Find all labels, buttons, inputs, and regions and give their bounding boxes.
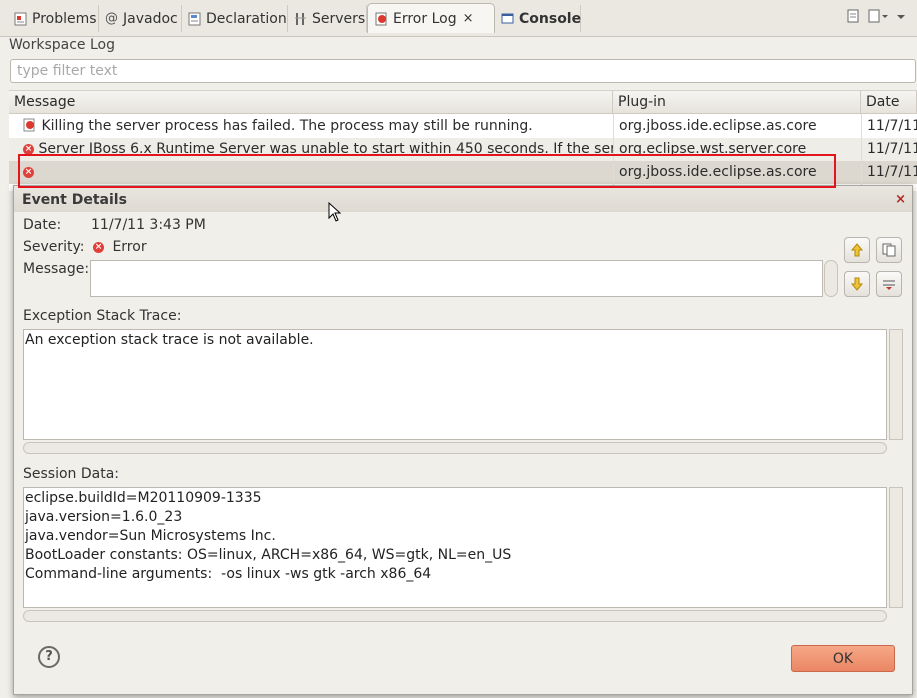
- message-label: Message:: [23, 261, 90, 277]
- column-header-date[interactable]: Date: [861, 91, 917, 114]
- column-divider: [861, 114, 862, 191]
- session-data-label: Session Data:: [23, 466, 120, 482]
- dialog-close-icon[interactable]: ×: [895, 192, 906, 207]
- date-label: Date:: [23, 217, 62, 233]
- session-data-field[interactable]: eclipse.buildId=M20110909-1335 java.vers…: [23, 487, 887, 608]
- tab-label: Error Log: [393, 10, 457, 27]
- filter-stack-button[interactable]: [876, 271, 902, 297]
- help-icon[interactable]: ?: [38, 646, 60, 668]
- column-header-plugin[interactable]: Plug-in: [613, 91, 861, 114]
- error-icon: ×: [23, 143, 34, 155]
- at-icon: @: [105, 11, 118, 26]
- next-event-button[interactable]: [844, 271, 870, 297]
- dialog-title-text: Event Details: [22, 192, 127, 208]
- tab-label: Declaration: [206, 10, 287, 27]
- error-severity-icon: ×: [93, 241, 104, 253]
- arrow-up-icon: [850, 243, 864, 257]
- session-line: BootLoader constants: OS=linux, ARCH=x86…: [25, 547, 512, 563]
- copy-icon: [882, 243, 896, 257]
- tab-problems[interactable]: Problems: [8, 5, 99, 32]
- servers-icon: [294, 12, 307, 26]
- stack-trace-text: An exception stack trace is not availabl…: [25, 332, 314, 348]
- declaration-icon: [188, 12, 201, 26]
- message-scrollbar[interactable]: [824, 260, 838, 297]
- view-menu-icon[interactable]: [895, 8, 907, 27]
- row-date: 11/7/11: [867, 118, 917, 134]
- severity-label: Severity:: [23, 239, 85, 255]
- display-selected-console-icon[interactable]: [867, 8, 889, 27]
- error-log-icon: [374, 12, 388, 26]
- previous-event-button[interactable]: [844, 237, 870, 263]
- row-date: 11/7/11: [867, 164, 917, 180]
- session-line: java.vendor=Sun Microsystems Inc.: [25, 528, 276, 544]
- problems-icon: [14, 12, 27, 26]
- dialog-title: Event Details: [14, 186, 912, 212]
- filter-input[interactable]: type filter text: [10, 59, 916, 83]
- session-line: Command-line arguments: -os linux -ws gt…: [25, 566, 432, 582]
- severity-value: Error: [112, 239, 147, 255]
- stack-trace-field[interactable]: An exception stack trace is not availabl…: [23, 329, 887, 440]
- table-row[interactable]: Killing the server process has failed. T…: [9, 115, 917, 138]
- warning-error-icon: [23, 118, 41, 134]
- tab-label: Servers: [312, 10, 366, 27]
- view-tab-bar: Problems @ Javadoc Declaration Servers E…: [0, 0, 917, 37]
- close-icon[interactable]: ×: [463, 11, 474, 26]
- session-line: eclipse.buildId=M20110909-1335: [25, 490, 262, 506]
- tab-label: Javadoc: [123, 10, 178, 27]
- message-field[interactable]: [90, 260, 823, 297]
- view-toolbar: [845, 8, 907, 27]
- row-plugin: org.jboss.ide.eclipse.as.core: [619, 118, 817, 134]
- row-date: 11/7/11: [867, 141, 917, 157]
- open-console-icon[interactable]: [845, 8, 861, 27]
- session-data-hscroll[interactable]: [23, 610, 887, 622]
- tab-javadoc[interactable]: @ Javadoc: [99, 5, 182, 32]
- tab-console[interactable]: Console: [495, 5, 581, 32]
- row-message: Killing the server process has failed. T…: [41, 118, 533, 134]
- tab-label: Console: [519, 10, 582, 27]
- message-text: [91, 261, 822, 265]
- column-header-message[interactable]: Message: [9, 91, 613, 114]
- ok-button[interactable]: OK: [791, 645, 895, 672]
- arrow-down-icon: [850, 277, 864, 291]
- filter-stack-icon: [883, 280, 895, 290]
- workspace-log-label: Workspace Log: [9, 37, 115, 53]
- mouse-cursor-icon: [328, 202, 342, 222]
- console-icon: [501, 12, 514, 26]
- stack-trace-vscroll[interactable]: [889, 329, 903, 440]
- event-details-dialog: Event Details × Date: 11/7/11 3:43 PM Se…: [13, 185, 913, 695]
- tab-declaration[interactable]: Declaration: [182, 5, 288, 32]
- copy-event-button[interactable]: [876, 237, 902, 263]
- date-value: 11/7/11 3:43 PM: [91, 217, 206, 233]
- session-line: java.version=1.6.0_23: [25, 509, 183, 525]
- session-data-vscroll[interactable]: [889, 487, 903, 608]
- highlight-box: [18, 154, 836, 188]
- stack-trace-hscroll[interactable]: [23, 442, 887, 454]
- tab-error-log[interactable]: Error Log ×: [367, 3, 495, 33]
- tab-servers[interactable]: Servers: [288, 5, 367, 32]
- tab-label: Problems: [32, 10, 97, 27]
- stack-trace-label: Exception Stack Trace:: [23, 308, 182, 324]
